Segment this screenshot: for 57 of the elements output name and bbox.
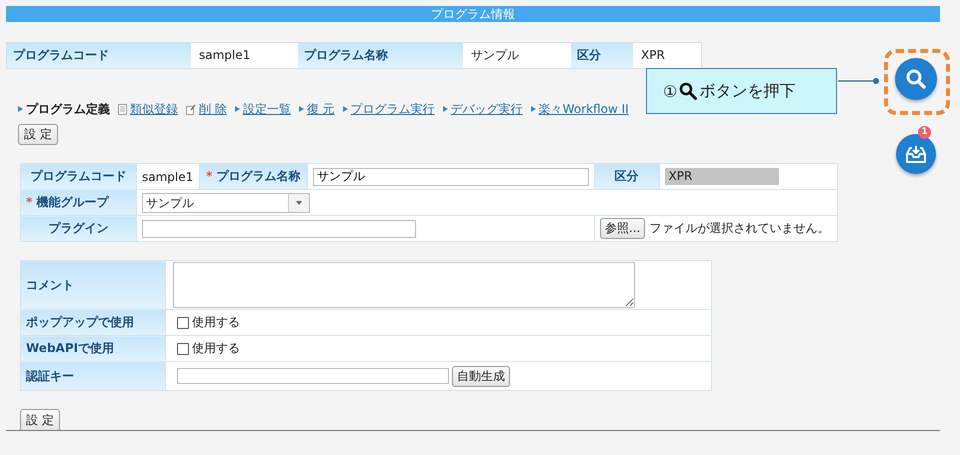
notification-badge: 1 [918,126,931,139]
key-input[interactable] [177,368,449,384]
checkbox-label: 使用する [192,314,240,331]
nav-link[interactable]: デバッグ実行 [450,100,523,118]
nav-link[interactable]: 復 元 [306,100,335,118]
inbox-download-icon [905,144,927,164]
plugin-input[interactable] [142,220,416,238]
field-label: コメント [20,260,166,310]
document-icon [118,104,127,114]
bullet-icon [442,106,448,112]
summary-value: XPR [633,43,701,68]
field-label: プログラムコード [20,164,136,190]
bullet-icon [298,106,304,112]
search-button[interactable] [895,58,937,100]
step-number: ① [663,82,678,100]
bullet-icon [342,106,348,112]
summary-value: サンプル [463,43,571,68]
file-status: ファイルが選択されていません。 [649,220,830,237]
field-label: ポップアップで使用 [20,310,166,336]
edit-icon [186,104,196,114]
field-label: * 機能グループ [20,190,136,216]
summary-label: 区分 [571,43,633,68]
field-label: * プログラム名称 [199,164,308,190]
search-icon [679,82,698,100]
nav-link[interactable]: プログラム実行 [350,100,435,118]
inbox-button[interactable] [896,134,936,174]
callout-text: ボタンを押下 [699,80,796,102]
bullet-icon [234,106,240,112]
page-title: プログラム情報 [431,7,515,21]
summary-label: プログラムコード [7,43,191,68]
group-select[interactable]: サンプル [142,192,310,212]
bullet-icon [18,106,23,112]
nav-link[interactable]: 設定一覧 [242,100,291,118]
checkbox[interactable] [177,316,189,328]
set-button[interactable]: 設 定 [20,409,60,430]
field-label: プラグイン [20,216,136,242]
nav-link[interactable]: 楽々Workflow II [538,100,629,118]
field-label: WebAPIで使用 [20,336,166,362]
search-icon [905,68,927,90]
checkbox-label: 使用する [192,340,240,357]
type-field: XPR [664,168,779,185]
browse-button[interactable]: 参照... [600,218,646,239]
caret-icon [296,200,302,204]
checkbox[interactable] [177,342,189,354]
leader-line [838,77,880,85]
current-page-label: プログラム定義 [26,100,110,118]
summary-value: sample1 [191,43,298,68]
name-input[interactable]: サンプル [312,168,589,186]
field-label: 認証キー [20,362,166,390]
field-label: 区分 [594,164,660,190]
nav-link[interactable]: 類似登録 [130,100,178,118]
field-value: sample1 [136,164,200,190]
set-button[interactable]: 設 定 [18,124,58,145]
nav-link[interactable]: 削 除 [199,100,227,118]
generate-button[interactable]: 自動生成 [452,366,510,386]
bullet-icon [530,106,536,112]
summary-label: プログラム名称 [298,43,463,68]
